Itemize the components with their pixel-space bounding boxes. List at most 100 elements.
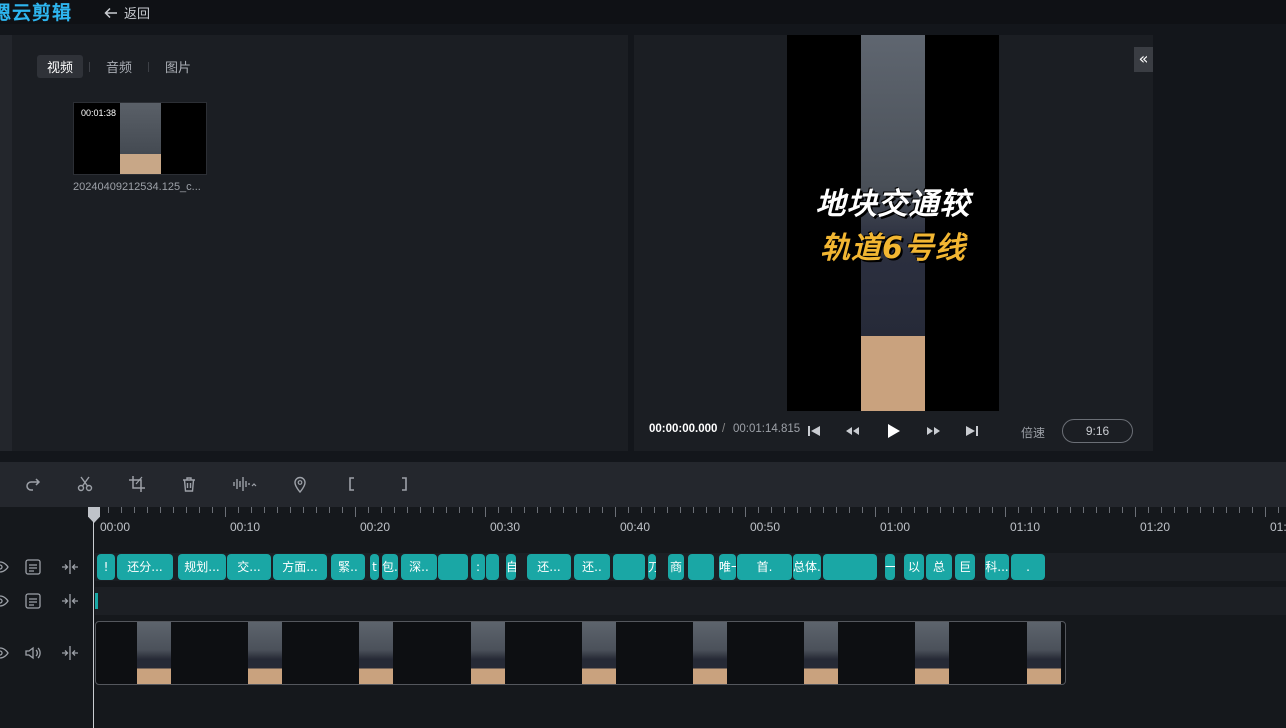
timeline: 00:00 00:10 00:20 00:30 00:40 00:50 01:0… [0,507,1286,728]
skip-to-end-icon[interactable] [963,422,981,440]
media-tabs: 视频 音频 图片 [37,55,201,78]
tab-audio[interactable]: 音频 [96,55,142,78]
subtitle-clip[interactable]: 深.. [401,554,437,580]
ruler-label: 00:20 [360,520,391,534]
video-clip-track[interactable] [95,621,1066,685]
subtitle-clip[interactable]: 唯一... [719,554,736,580]
track-marker [95,593,98,609]
ruler-label: 00:00 [100,520,131,534]
fast-forward-icon[interactable] [925,422,943,440]
subtitle-icon[interactable] [24,592,42,610]
subtitle-clip[interactable]: 巨 [955,554,975,580]
speed-button[interactable]: 倍速 [1021,424,1045,441]
clip-thumbnail-image [120,103,161,174]
clip-duration: 00:01:38 [81,108,117,118]
side-strip [0,35,12,451]
subtitle-clip[interactable]: 还分... [117,554,173,580]
total-time: 00:01:14.815 [733,423,801,435]
time-separator: / [722,423,726,435]
subtitle-clip[interactable]: 一 [885,554,895,580]
volume-icon[interactable] [24,644,42,662]
subtitle-clip[interactable]: 自.. [506,554,516,580]
ruler-label: 01:3 [1270,520,1286,534]
current-time: 00:00:00.000 [649,423,718,435]
subtitle-clip[interactable] [823,554,877,580]
ruler-label: 01:00 [880,520,911,534]
caption-line-1: 地块交通较 [815,187,971,222]
redo-icon[interactable] [24,475,42,493]
subtitle-clip[interactable]: 交... [227,554,271,580]
time-ruler[interactable]: 00:00 00:10 00:20 00:30 00:40 00:50 01:0… [95,507,1286,542]
clip-thumbnail: 00:01:38 [73,102,207,175]
filmstrip-frame [1026,622,1061,684]
subtitle-clip[interactable]: 刀 [648,554,656,580]
audio-split-icon[interactable] [232,475,258,493]
crop-icon[interactable] [128,475,146,493]
subtitle-clip[interactable] [438,554,468,580]
player-controls: 00:00:00.000 / 00:01:14.815 倍速 9:16 [649,419,1149,443]
subtitle-clip[interactable]: 以 [904,554,924,580]
back-label: 返回 [124,7,151,22]
back-button[interactable]: 返回 [104,3,150,22]
filmstrip-frame [359,622,394,684]
subtitle-clip[interactable]: t [370,554,379,580]
subtitle-clip[interactable]: 緊.. [331,554,365,580]
media-clip-card[interactable]: 00:01:38 20240409212534.125_c... [73,102,207,193]
filmstrip-frame [470,622,505,684]
skip-to-start-icon[interactable] [805,422,823,440]
tab-divider [148,61,150,72]
subtitle-clip[interactable]: 包... [382,554,398,580]
subtitle-track: !还分...规划...交...方面...緊..t包...深..:自..还...还… [95,553,1286,581]
subtitle-clip[interactable]: 总 [926,554,952,580]
aspect-ratio-button[interactable]: 9:16 [1062,419,1133,443]
eye-icon[interactable] [0,592,9,610]
marker-icon[interactable] [291,475,309,494]
tab-image[interactable]: 图片 [155,55,201,78]
subtitle-clip[interactable]: : [471,554,485,580]
collapse-panel-button[interactable]: « [1134,47,1153,72]
playhead-line [93,521,94,728]
subtitle-clip[interactable]: 科... [985,554,1009,580]
ruler-ticks [95,507,1279,517]
split-track-icon[interactable] [61,592,79,610]
tab-video[interactable]: 视频 [37,55,84,78]
subtitle-clip[interactable]: 规划... [178,554,226,580]
subtitle-clip[interactable] [688,554,714,580]
subtitle-clip[interactable]: 方面... [273,554,327,580]
subtitle-clip[interactable]: 还.. [574,554,610,580]
subtitle-clip[interactable]: 还... [527,554,571,580]
ruler-label: 00:50 [750,520,781,534]
video-track-head [0,639,95,667]
split-track-icon[interactable] [61,558,79,576]
subtitle-clip[interactable]: 总体... [793,554,821,580]
subtitle-clip[interactable]: . [1011,554,1045,580]
subtitle-clip[interactable] [486,554,499,580]
subtitle-clip[interactable] [613,554,645,580]
rewind-icon[interactable] [843,422,861,440]
clip-filename: 20240409212534.125_c... [73,181,201,193]
subtitle-track-head [0,553,95,581]
app-logo: 嗯云剪辑 [0,2,73,24]
eye-icon[interactable] [0,644,9,662]
ruler-label: 00:30 [490,520,521,534]
filmstrip-frame [915,622,950,684]
tab-divider [89,61,91,72]
filmstrip-frame [248,622,283,684]
scissors-icon[interactable] [76,475,94,493]
mark-in-icon[interactable] [343,475,361,493]
split-track-icon[interactable] [61,644,79,662]
filmstrip-frame [581,622,616,684]
play-icon[interactable] [884,422,902,440]
subtitle-clip[interactable]: ! [97,554,115,580]
filmstrip-frame [804,622,839,684]
subtitle-clip[interactable]: 首. [737,554,792,580]
subtitle-icon[interactable] [24,558,42,576]
mark-out-icon[interactable] [395,475,413,493]
filmstrip-frame [693,622,727,684]
eye-icon[interactable] [0,558,9,576]
subtitle-track-2-head [0,587,95,615]
ruler-label: 00:10 [230,520,261,534]
subtitle-clip[interactable]: 商 [668,554,684,580]
trash-icon[interactable] [180,475,198,493]
video-player[interactable]: 地块交通较 轨道6号线 [787,35,999,411]
